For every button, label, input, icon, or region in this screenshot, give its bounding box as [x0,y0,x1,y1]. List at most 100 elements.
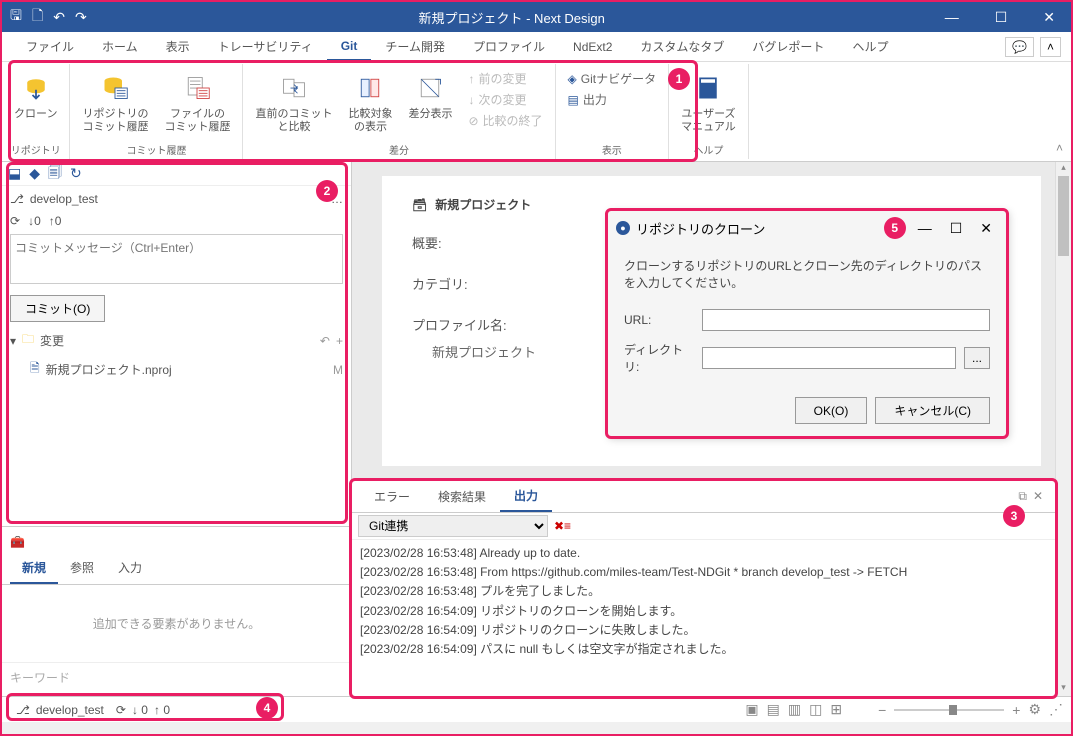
output-log: [2023/02/28 16:53:48] Already up to date… [352,540,1055,696]
git-navigator-button[interactable]: ◈Gitナビゲータ [566,68,659,89]
file-icon: 🗎 [30,359,40,380]
maximize-button[interactable]: ☐ [987,9,1016,26]
refresh-icon[interactable]: ↻ [70,165,82,182]
menu-home[interactable]: ホーム [88,32,152,61]
layout2-icon[interactable]: ▤ [767,701,780,718]
empty-message: 追加できる要素がありません。 [2,585,351,662]
browse-button[interactable]: ... [964,347,990,369]
tab-input[interactable]: 入力 [106,553,154,584]
prev-change-button[interactable]: ↑前の変更 [466,68,544,89]
dir-input[interactable] [702,347,956,369]
menu-file[interactable]: ファイル [12,32,88,61]
history-icon[interactable]: 🗐 [48,162,62,186]
status-push: ↑ 0 [154,703,170,717]
save-icon[interactable]: 🖫 [10,5,22,29]
branch-icon[interactable]: ◆ [29,165,40,182]
url-input[interactable] [702,309,990,331]
tab-ref[interactable]: 参照 [58,553,106,584]
minimize-button[interactable]: — [937,9,967,25]
resize-grip-icon[interactable]: ⋰ [1049,701,1063,718]
commit-button[interactable]: コミット(O) [10,295,105,322]
callout-2: 2 [316,180,338,202]
label-overview: 概要: [412,233,512,252]
tab-output[interactable]: 出力 [500,481,552,512]
ok-button[interactable]: OK(O) [795,397,868,424]
status-branch-icon: ⎇ [16,703,30,717]
dialog-minimize[interactable]: — [912,220,938,236]
toolbox-icon[interactable]: 🧰 [10,535,25,549]
panel-restore-icon[interactable]: ⧉ [1018,489,1027,504]
redo-icon[interactable]: ↷ [75,9,87,26]
settings-icon[interactable]: ⚙ [1028,701,1041,718]
url-label: URL: [624,313,694,327]
menu-profile[interactable]: プロファイル [459,32,559,61]
menu-trace[interactable]: トレーサビリティ [204,32,327,61]
tab-error[interactable]: エラー [360,482,424,511]
menu-help[interactable]: ヘルプ [838,32,902,61]
new-icon[interactable]: 🗋 [32,5,43,29]
collapse-ribbon-icon[interactable]: ˄ [1040,37,1061,57]
layout5-icon[interactable]: ⊞ [830,701,842,718]
menu-custom[interactable]: カスタムなタブ [626,32,738,61]
tab-search[interactable]: 検索結果 [424,482,500,511]
dialog-maximize[interactable]: ☐ [944,220,969,237]
status-branch[interactable]: develop_test [36,703,104,717]
keyword-input[interactable]: キーワード [2,662,351,692]
callout-5: 5 [884,217,906,239]
branch-name: develop_test [30,192,98,206]
layout3-icon[interactable]: ▥ [788,701,801,718]
book-icon [694,70,722,106]
repo-history-icon [101,70,129,106]
changed-file[interactable]: 新規プロジェクト.nproj [46,361,172,378]
sync-icon[interactable]: ⟳ [10,214,20,228]
panel-close-icon[interactable]: ✕ [1033,489,1043,504]
menu-view[interactable]: 表示 [152,32,204,61]
output-icon: ▤ [568,93,579,107]
callout-1: 1 [668,68,690,90]
dir-label: ディレクトリ: [624,341,694,375]
git-nav-icon: ◈ [568,72,577,86]
stage-icon[interactable]: + [336,334,343,348]
end-compare-button[interactable]: ⊘比較の終了 [466,110,544,131]
pull-indicator: ↓0 [28,214,41,228]
menu-git[interactable]: Git [327,33,372,61]
zoom-out-icon[interactable]: − [878,702,886,718]
clear-output-icon[interactable]: ✖≡ [554,519,571,533]
vertical-scrollbar[interactable]: ▴ ▾ [1055,162,1071,696]
branch-indicator-icon: ⎇ [10,192,24,206]
menu-team[interactable]: チーム開発 [371,32,459,61]
main-content: ▴ ▾ 🗃 新規プロジェクト 概要: カテゴリ: プロファイル名:新規プロジェク… [352,162,1071,696]
expand-all-icon[interactable]: ⬓ [8,165,21,182]
output-panel: 3 エラー 検索結果 出力 ⧉ ✕ Git連携 ✖≡ [2023/02/28 1… [352,480,1055,696]
git-sidebar: 2 ⬓ ◆ 🗐 ↻ ⎇ develop_test … ⟳ ↓0 ↑0 コミット(… [2,162,352,696]
cancel-button[interactable]: キャンセル(C) [875,397,990,424]
output-source-select[interactable]: Git連携 [358,515,548,537]
layout1-icon[interactable]: ▣ [745,701,758,718]
menu-bug[interactable]: バグレポート [738,32,838,61]
dialog-close[interactable]: ✕ [974,220,998,237]
dialog-title: リポジトリのクローン [636,219,878,238]
commit-message-input[interactable] [10,234,343,284]
log-line: [2023/02/28 16:54:09] パスに null もしくは空文字が指… [360,640,1047,659]
output-button[interactable]: ▤出力 [566,89,659,110]
collapse-icon[interactable]: ▾ [10,334,16,348]
zoom-in-icon[interactable]: + [1012,702,1020,718]
project-form: 🗃 新規プロジェクト 概要: カテゴリ: プロファイル名:新規プロジェクト ● … [382,176,1041,466]
undo-changes-icon[interactable]: ↶ [320,334,330,348]
zoom-slider[interactable] [894,709,1004,711]
status-sync-icon[interactable]: ⟳ [116,703,126,717]
ribbon-expand-icon[interactable]: ˄ [1048,137,1071,159]
log-line: [2023/02/28 16:53:48] プルを完了しました。 [360,582,1047,601]
menu-ndext[interactable]: NdExt2 [559,34,626,60]
feedback-icon[interactable]: 💬 [1005,37,1034,57]
tab-new[interactable]: 新規 [10,553,58,584]
close-button[interactable]: ✕ [1035,9,1063,26]
layout4-icon[interactable]: ◫ [809,701,822,718]
log-line: [2023/02/28 16:53:48] Already up to date… [360,544,1047,563]
undo-icon[interactable]: ↶ [53,9,65,26]
file-history-icon [183,70,211,106]
compare-prev-icon [280,70,308,106]
ribbon: クローン リポジトリ リポジトリの コミット履歴 ファイルの コミット履歴 コミ… [2,62,1071,162]
next-change-button[interactable]: ↓次の変更 [466,89,544,110]
log-line: [2023/02/28 16:54:09] リポジトリのクローンに失敗しました。 [360,621,1047,640]
